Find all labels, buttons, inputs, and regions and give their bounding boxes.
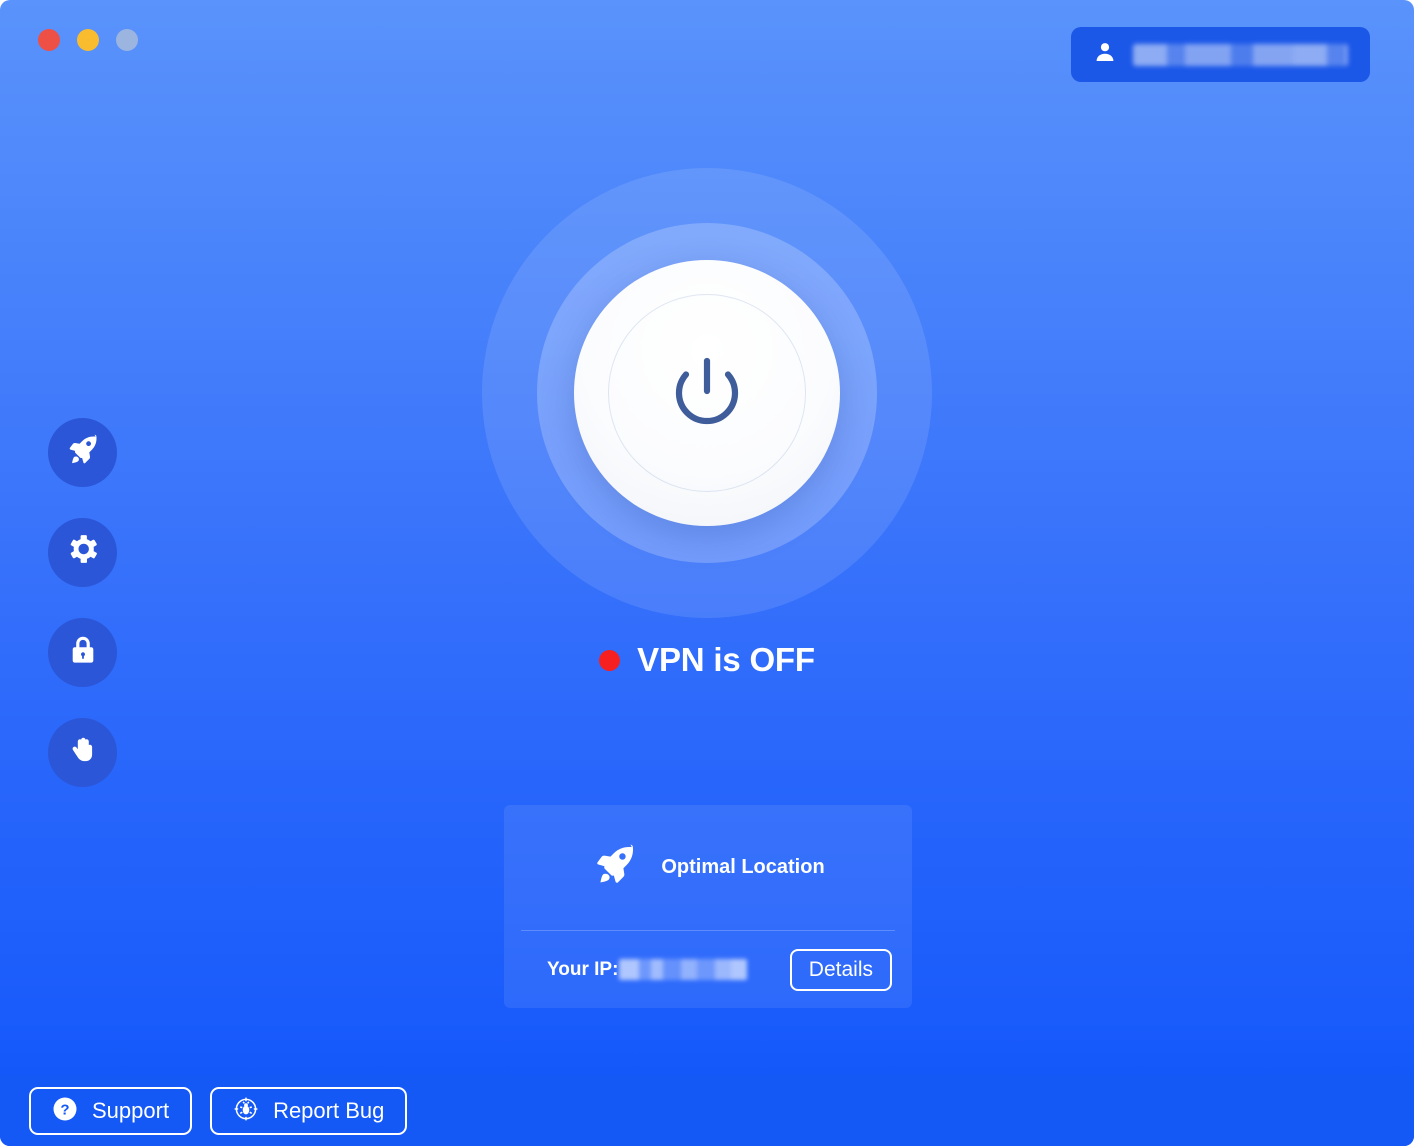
ip-value-redacted [619,959,748,980]
support-label: Support [92,1097,170,1123]
gear-icon [65,532,101,573]
sidebar-item-settings[interactable] [48,518,117,587]
title-bar [0,0,1414,96]
sidebar-item-block[interactable] [48,718,117,787]
minimize-window-button[interactable] [77,29,99,51]
vpn-status: VPN is OFF [0,641,1414,679]
maximize-window-button[interactable] [116,29,138,51]
svg-text:?: ? [60,1101,69,1118]
ip-row: Your IP: Details [504,931,912,1008]
sidebar-item-optimal-location[interactable] [48,418,117,487]
support-button[interactable]: ? Support [29,1086,193,1135]
location-card: Optimal Location Your IP: Details [504,805,912,1008]
account-badge[interactable] [1071,27,1370,82]
power-toggle-button[interactable] [574,260,840,526]
footer-bar: ? Support Report Bug [0,1075,1414,1146]
optimal-location-selector[interactable]: Optimal Location [504,805,912,930]
hand-icon [65,732,101,773]
rocket-icon [591,841,639,894]
status-indicator-dot [599,649,621,671]
traffic-lights [38,29,138,51]
power-icon [657,342,757,445]
status-badge: VPN is OFF [637,641,815,678]
vpn-app-window: VPN is OFF Optimal Location Your IP: Det… [0,0,1414,1146]
optimal-location-label: Optimal Location [661,856,825,878]
report-bug-button[interactable]: Report Bug [210,1086,408,1135]
help-circle-icon: ? [52,1096,78,1126]
lock-icon [65,632,101,673]
ip-label: Your IP: [547,958,619,980]
close-window-button[interactable] [38,29,60,51]
rocket-icon [65,432,101,473]
details-button[interactable]: Details [789,948,892,991]
power-button-area [482,168,932,618]
report-bug-label: Report Bug [273,1097,385,1123]
sidebar [48,418,117,787]
account-name-redacted [1133,43,1348,66]
bug-target-icon [233,1096,259,1126]
sidebar-item-security[interactable] [48,618,117,687]
user-icon [1093,40,1117,69]
